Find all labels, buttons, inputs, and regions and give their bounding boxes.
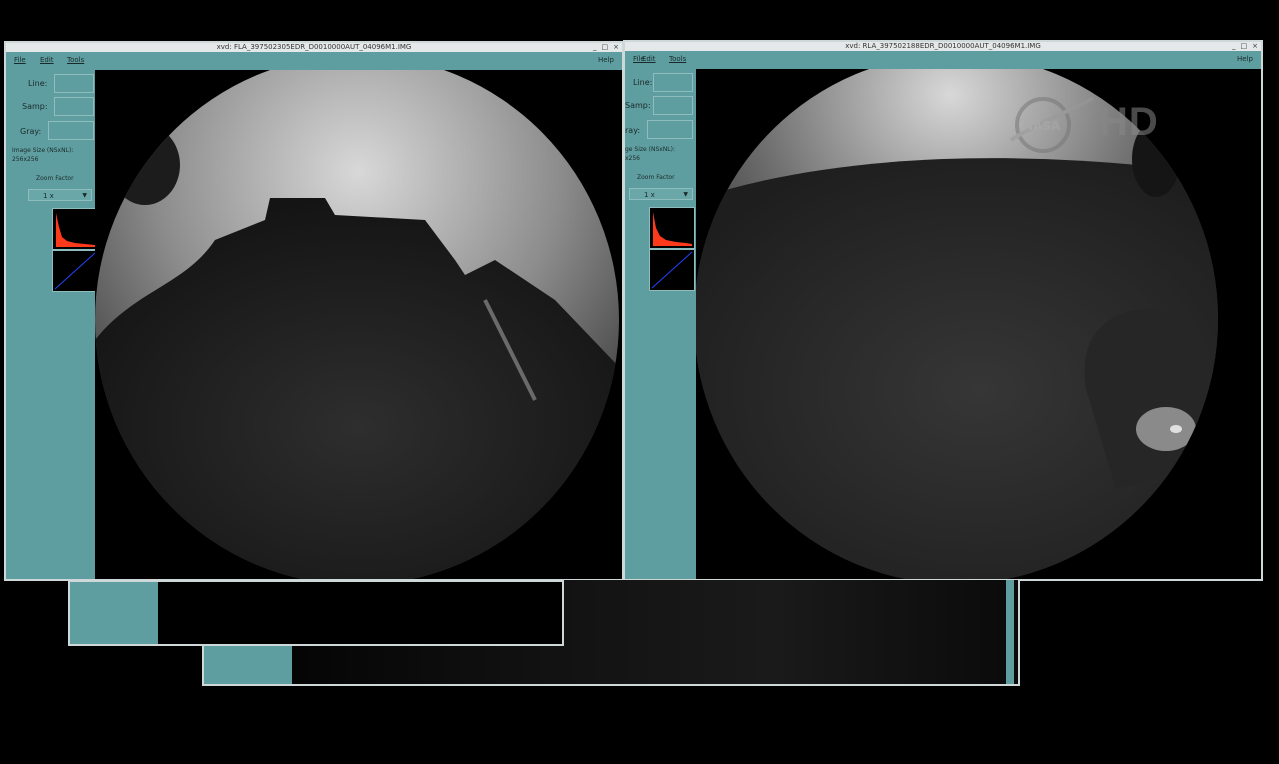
right-menubar: File Edit Tools Help: [625, 52, 1261, 66]
image-size-label: Image Size (NSxNL):: [12, 147, 74, 154]
image-size-label: ge Size (NSxNL):: [625, 146, 676, 153]
left-viewer-window[interactable]: xvd: FLA_397502305EDR_D0010000AUT_04096M…: [4, 41, 624, 581]
maximize-button[interactable]: □: [1241, 42, 1248, 51]
right-window-titlebar[interactable]: xvd: RLA_397502188EDR_D0010000AUT_04096M…: [625, 42, 1261, 51]
minimize-button[interactable]: _: [1232, 42, 1236, 51]
histogram-red-icon: [56, 213, 95, 247]
right-window-title: xvd: RLA_397502188EDR_D0010000AUT_04096M…: [845, 42, 1041, 50]
samp-field[interactable]: [653, 96, 693, 115]
right-image-viewport[interactable]: [696, 69, 1261, 579]
histogram-red-icon: [653, 212, 692, 246]
gray-label: ray:: [625, 126, 641, 135]
histogram-stretch: [649, 249, 695, 291]
close-button[interactable]: ×: [1252, 42, 1258, 51]
image-size-value: x256: [625, 155, 641, 162]
background-window-1-top: [68, 580, 564, 646]
line-field[interactable]: [54, 74, 94, 93]
maximize-button[interactable]: □: [602, 43, 609, 52]
image-size-value: 256x256: [12, 156, 39, 163]
menu-edit[interactable]: Edit: [40, 53, 54, 67]
samp-field[interactable]: [54, 97, 94, 116]
zoom-factor-select[interactable]: 1 x ▼: [28, 189, 92, 201]
scrollbar[interactable]: [1006, 580, 1014, 684]
menu-edit[interactable]: Edit: [642, 52, 656, 66]
samp-label: Samp:: [22, 102, 48, 111]
right-camera-image: [696, 69, 1218, 579]
menu-tools[interactable]: Tools: [67, 53, 84, 67]
line-label: Line:: [28, 79, 48, 88]
background-window-1-viewport: [158, 582, 562, 644]
stretch-line-icon: [651, 251, 693, 289]
left-menubar: File Edit Tools Help: [6, 53, 622, 67]
panel-overlay: [70, 582, 158, 644]
samp-label: Samp:: [625, 101, 651, 110]
menu-file[interactable]: File: [14, 53, 26, 67]
zoom-factor-label: Zoom Factor: [36, 175, 74, 182]
gray-label: Gray:: [20, 127, 42, 136]
histogram-stretch: [52, 250, 98, 292]
gray-field[interactable]: [647, 120, 693, 139]
gray-field[interactable]: [48, 121, 94, 140]
minimize-button[interactable]: _: [593, 43, 597, 52]
zoom-factor-value: 1 x: [43, 192, 54, 200]
menu-tools[interactable]: Tools: [669, 52, 686, 66]
menu-help[interactable]: Help: [1237, 52, 1253, 66]
stretch-line-icon: [54, 252, 96, 290]
close-button[interactable]: ×: [613, 43, 619, 52]
histogram-red: [52, 208, 98, 250]
svg-text:NASA: NASA: [1023, 119, 1061, 133]
left-camera-image: [95, 70, 619, 579]
line-field[interactable]: [653, 73, 693, 92]
histogram-red: [649, 207, 695, 249]
zoom-factor-select[interactable]: 1 x ▼: [629, 188, 693, 200]
broadcast-logo: NASA HD: [1003, 90, 1173, 160]
left-window-title: xvd: FLA_397502305EDR_D0010000AUT_04096M…: [216, 43, 412, 51]
chevron-down-icon: ▼: [82, 192, 87, 199]
menu-help[interactable]: Help: [598, 53, 614, 67]
left-window-titlebar[interactable]: xvd: FLA_397502305EDR_D0010000AUT_04096M…: [6, 43, 622, 52]
hd-label: HD: [1099, 100, 1159, 144]
left-image-viewport[interactable]: [95, 70, 622, 579]
background-window-2-panel: [204, 644, 292, 684]
zoom-factor-label: Zoom Factor: [637, 174, 675, 181]
chevron-down-icon: ▼: [683, 191, 688, 198]
zoom-factor-value: 1 x: [644, 191, 655, 199]
line-label: Line:: [633, 78, 653, 87]
